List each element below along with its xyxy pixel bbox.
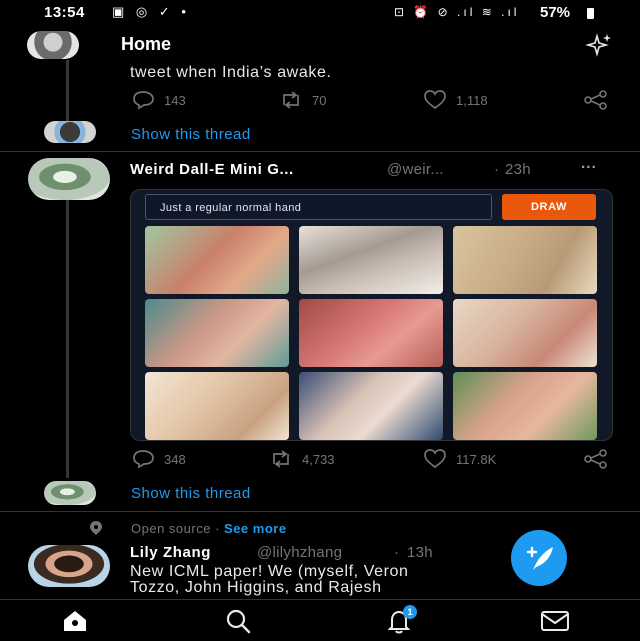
profile-avatar[interactable] — [27, 31, 79, 59]
separator-dot: · — [394, 544, 400, 561]
share-icon[interactable] — [582, 449, 610, 469]
like-button[interactable]: 117.8K — [422, 449, 496, 469]
tweet-time: 23h — [505, 161, 531, 178]
divider — [0, 511, 640, 512]
tweet-time: 13h — [407, 544, 433, 561]
status-bar: 13:54 ▣ ◎ ✓ • ⊡ ⏰ ⊘ .ıl ≋ .ıl 57% — [0, 0, 640, 26]
author-avatar[interactable] — [28, 158, 110, 200]
author-avatar[interactable] — [28, 545, 110, 587]
retweet-button[interactable]: 4,733 — [268, 449, 335, 469]
author-name[interactable]: Lily Zhang — [130, 544, 211, 561]
hand-image — [453, 226, 597, 294]
status-right-icons: ⊡ ⏰ ⊘ .ıl ≋ .ıl — [394, 5, 520, 19]
tweet-text: tweet when India’s awake. — [130, 64, 332, 81]
tweet-header: Lily Zhang @lilyhzhang · 13h — [130, 544, 530, 564]
hand-image — [145, 226, 289, 294]
thread-line — [66, 60, 69, 122]
draw-button: DRAW — [502, 194, 596, 220]
heart-icon — [424, 449, 446, 469]
topic-name: Open source — [131, 521, 211, 536]
search-icon[interactable] — [224, 608, 252, 634]
like-button[interactable]: 1,118 — [422, 90, 488, 110]
like-count: 1,118 — [456, 92, 488, 108]
like-count: 117.8K — [456, 451, 497, 467]
divider — [0, 151, 640, 152]
home-icon[interactable] — [61, 609, 89, 633]
hand-image — [145, 299, 289, 367]
retweet-count: 4,733 — [302, 451, 335, 467]
status-left-icons: ▣ ◎ ✓ • — [112, 4, 190, 19]
mail-icon[interactable] — [540, 610, 570, 632]
heart-icon — [424, 90, 446, 110]
hand-image — [453, 299, 597, 367]
hand-image — [299, 372, 443, 440]
separator-dot: · — [494, 161, 500, 178]
tweet-actions: 143 70 1,118 — [130, 90, 610, 112]
retweet-button[interactable]: 70 — [278, 90, 326, 110]
reply-count: 143 — [164, 92, 186, 108]
retweet-icon — [273, 450, 289, 468]
tweet-text-line: Tozzo, John Higgins, and Rajesh — [130, 579, 382, 596]
status-time: 13:54 — [44, 4, 85, 21]
hand-image — [145, 372, 289, 440]
reply-icon — [133, 91, 154, 110]
bottom-nav: 1 — [0, 599, 640, 641]
notification-badge: 1 — [403, 605, 417, 619]
hand-image — [299, 299, 443, 367]
retweet-count: 70 — [312, 92, 327, 108]
tweet-actions: 348 4,733 117.8K — [130, 449, 610, 471]
show-thread-link[interactable]: Show this thread — [131, 126, 251, 143]
dalle-image-card[interactable]: Just a regular normal hand DRAW — [130, 189, 613, 441]
reply-icon — [133, 450, 154, 469]
thread-avatar — [44, 121, 96, 143]
author-handle[interactable]: @lilyhzhang — [257, 544, 342, 561]
share-icon[interactable] — [582, 90, 610, 110]
more-options-icon[interactable]: ··· — [581, 159, 597, 176]
retweet-icon — [283, 91, 299, 109]
battery-icon — [587, 8, 594, 19]
prompt-input: Just a regular normal hand — [145, 194, 492, 220]
tweet-header: Weird Dall-E Mini G... @weir... · 23h ··… — [130, 159, 610, 181]
see-more-link[interactable]: See more — [224, 521, 287, 536]
thread-avatar — [44, 481, 96, 505]
show-thread-link[interactable]: Show this thread — [131, 485, 251, 502]
compose-feather-icon — [526, 546, 553, 570]
reply-button[interactable]: 143 — [130, 90, 186, 110]
page-title: Home — [121, 34, 172, 54]
hand-image — [453, 372, 597, 440]
author-name[interactable]: Weird Dall-E Mini G... — [130, 161, 294, 178]
topic-icon — [90, 521, 102, 535]
compose-tweet-button[interactable] — [511, 530, 567, 586]
thread-line — [66, 200, 69, 478]
topic-label: Open source · See more — [131, 521, 287, 536]
battery-level: 57% — [540, 4, 571, 21]
reply-button[interactable]: 348 — [130, 449, 186, 469]
sparkle-icon[interactable] — [583, 32, 613, 58]
reply-count: 348 — [164, 451, 186, 467]
topic-separator: · — [215, 521, 220, 536]
author-handle[interactable]: @weir... — [387, 161, 444, 178]
hand-image — [299, 226, 443, 294]
